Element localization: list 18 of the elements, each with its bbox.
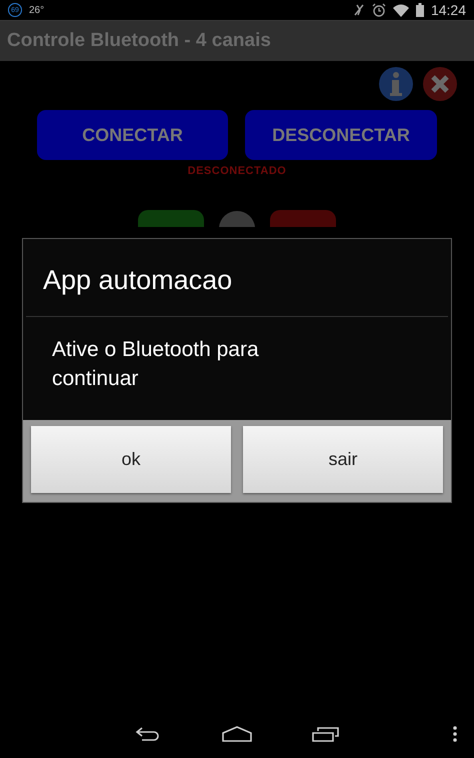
battery-icon xyxy=(416,3,424,17)
recent-apps-icon[interactable] xyxy=(312,726,340,742)
dialog-button[interactable]: sair xyxy=(243,426,443,493)
muted-mic-icon xyxy=(352,3,365,17)
alarm-icon xyxy=(372,3,386,17)
connection-status: DESCONECTADO xyxy=(188,165,286,177)
dialog-button[interactable]: ok xyxy=(31,426,231,493)
dialog-title: App automacao xyxy=(26,239,448,317)
menu-icon[interactable] xyxy=(452,726,458,742)
close-icon[interactable] xyxy=(422,66,458,102)
dialog-message: Ative o Bluetooth para continuar xyxy=(51,337,260,392)
app-title: Controle Bluetooth - 4 canais xyxy=(7,30,271,52)
temperature: 26° xyxy=(29,4,44,16)
clock: 14:24 xyxy=(430,2,466,18)
home-icon[interactable] xyxy=(222,726,252,742)
info-icon[interactable] xyxy=(378,66,414,102)
wifi-icon xyxy=(392,4,409,16)
light-bulb-icon xyxy=(218,210,256,227)
